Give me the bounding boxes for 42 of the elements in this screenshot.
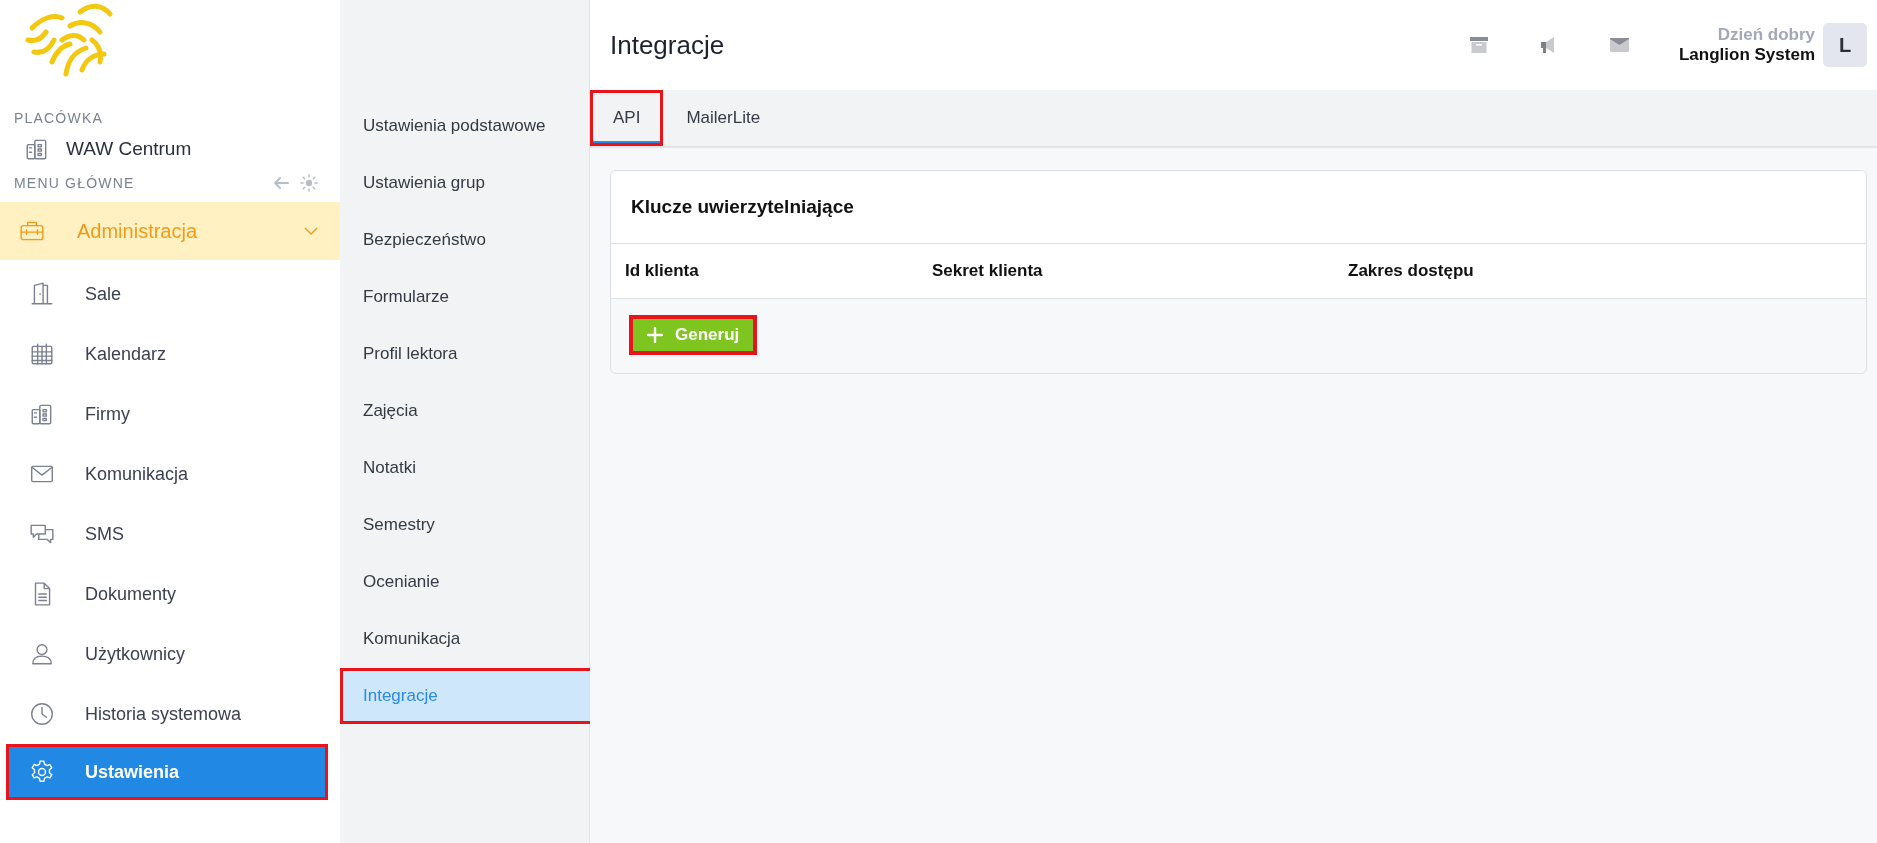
archive-box-icon[interactable]: [1469, 37, 1488, 53]
settings-menu-item[interactable]: Ocenianie: [340, 554, 594, 610]
sidebar-item[interactable]: Sale: [0, 264, 340, 324]
settings-menu-item[interactable]: Notatki: [340, 440, 594, 496]
sidebar-item[interactable]: Komunikacja: [0, 444, 340, 504]
card-title: Klucze uwierzytelniające: [611, 171, 1866, 244]
user-icon: [29, 641, 55, 667]
clock-icon: [29, 701, 55, 727]
column-header: Zakres dostępu: [1348, 261, 1475, 281]
calendar-icon: [29, 341, 55, 367]
envelope-icon[interactable]: [1609, 38, 1629, 52]
sidebar-item[interactable]: Ustawienia: [6, 744, 328, 800]
column-header: Sekret klienta: [932, 261, 1044, 281]
sidebar-item[interactable]: Dokumenty: [0, 564, 340, 624]
sidebar-item[interactable]: Kalendarz: [0, 324, 340, 384]
sidebar-item[interactable]: SMS: [0, 504, 340, 564]
settings-menu-item[interactable]: Komunikacja: [340, 611, 594, 667]
sun-icon[interactable]: [300, 174, 318, 192]
settings-menu-item[interactable]: Ustawienia grup: [340, 155, 594, 211]
sidebar-item[interactable]: Użytkownicy: [0, 624, 340, 684]
settings-menu-item[interactable]: Profil lektora: [340, 326, 594, 382]
section-label: PLACÓWKA: [13, 110, 104, 126]
gear-icon: [29, 759, 55, 785]
settings-menu-item[interactable]: Bezpieczeństwo: [340, 212, 594, 268]
location-name[interactable]: WAW Centrum: [66, 138, 192, 160]
settings-menu-item[interactable]: Formularze: [340, 269, 594, 325]
user-name: Langlion System: [1678, 45, 1815, 65]
settings-menu-item[interactable]: Zajęcia: [340, 383, 594, 439]
page-title: Integracje: [610, 29, 726, 61]
section-label: MENU GŁÓWNE: [14, 175, 135, 191]
plus-icon: [647, 327, 663, 343]
user-avatar[interactable]: L: [1823, 23, 1867, 67]
door-icon: [29, 281, 55, 307]
tab[interactable]: API: [590, 90, 664, 146]
greeting-text: Dzień dobry: [1717, 25, 1815, 45]
settings-menu-item[interactable]: Semestry: [340, 497, 594, 553]
sidebar-item[interactable]: Historia systemowa: [0, 684, 340, 744]
tab[interactable]: MailerLite: [663, 90, 784, 146]
chevron-down-icon: [303, 226, 319, 236]
arrow-left-icon[interactable]: [272, 174, 290, 192]
sidebar-item[interactable]: Firmy: [0, 384, 340, 444]
column-header: Id klienta: [625, 261, 700, 281]
